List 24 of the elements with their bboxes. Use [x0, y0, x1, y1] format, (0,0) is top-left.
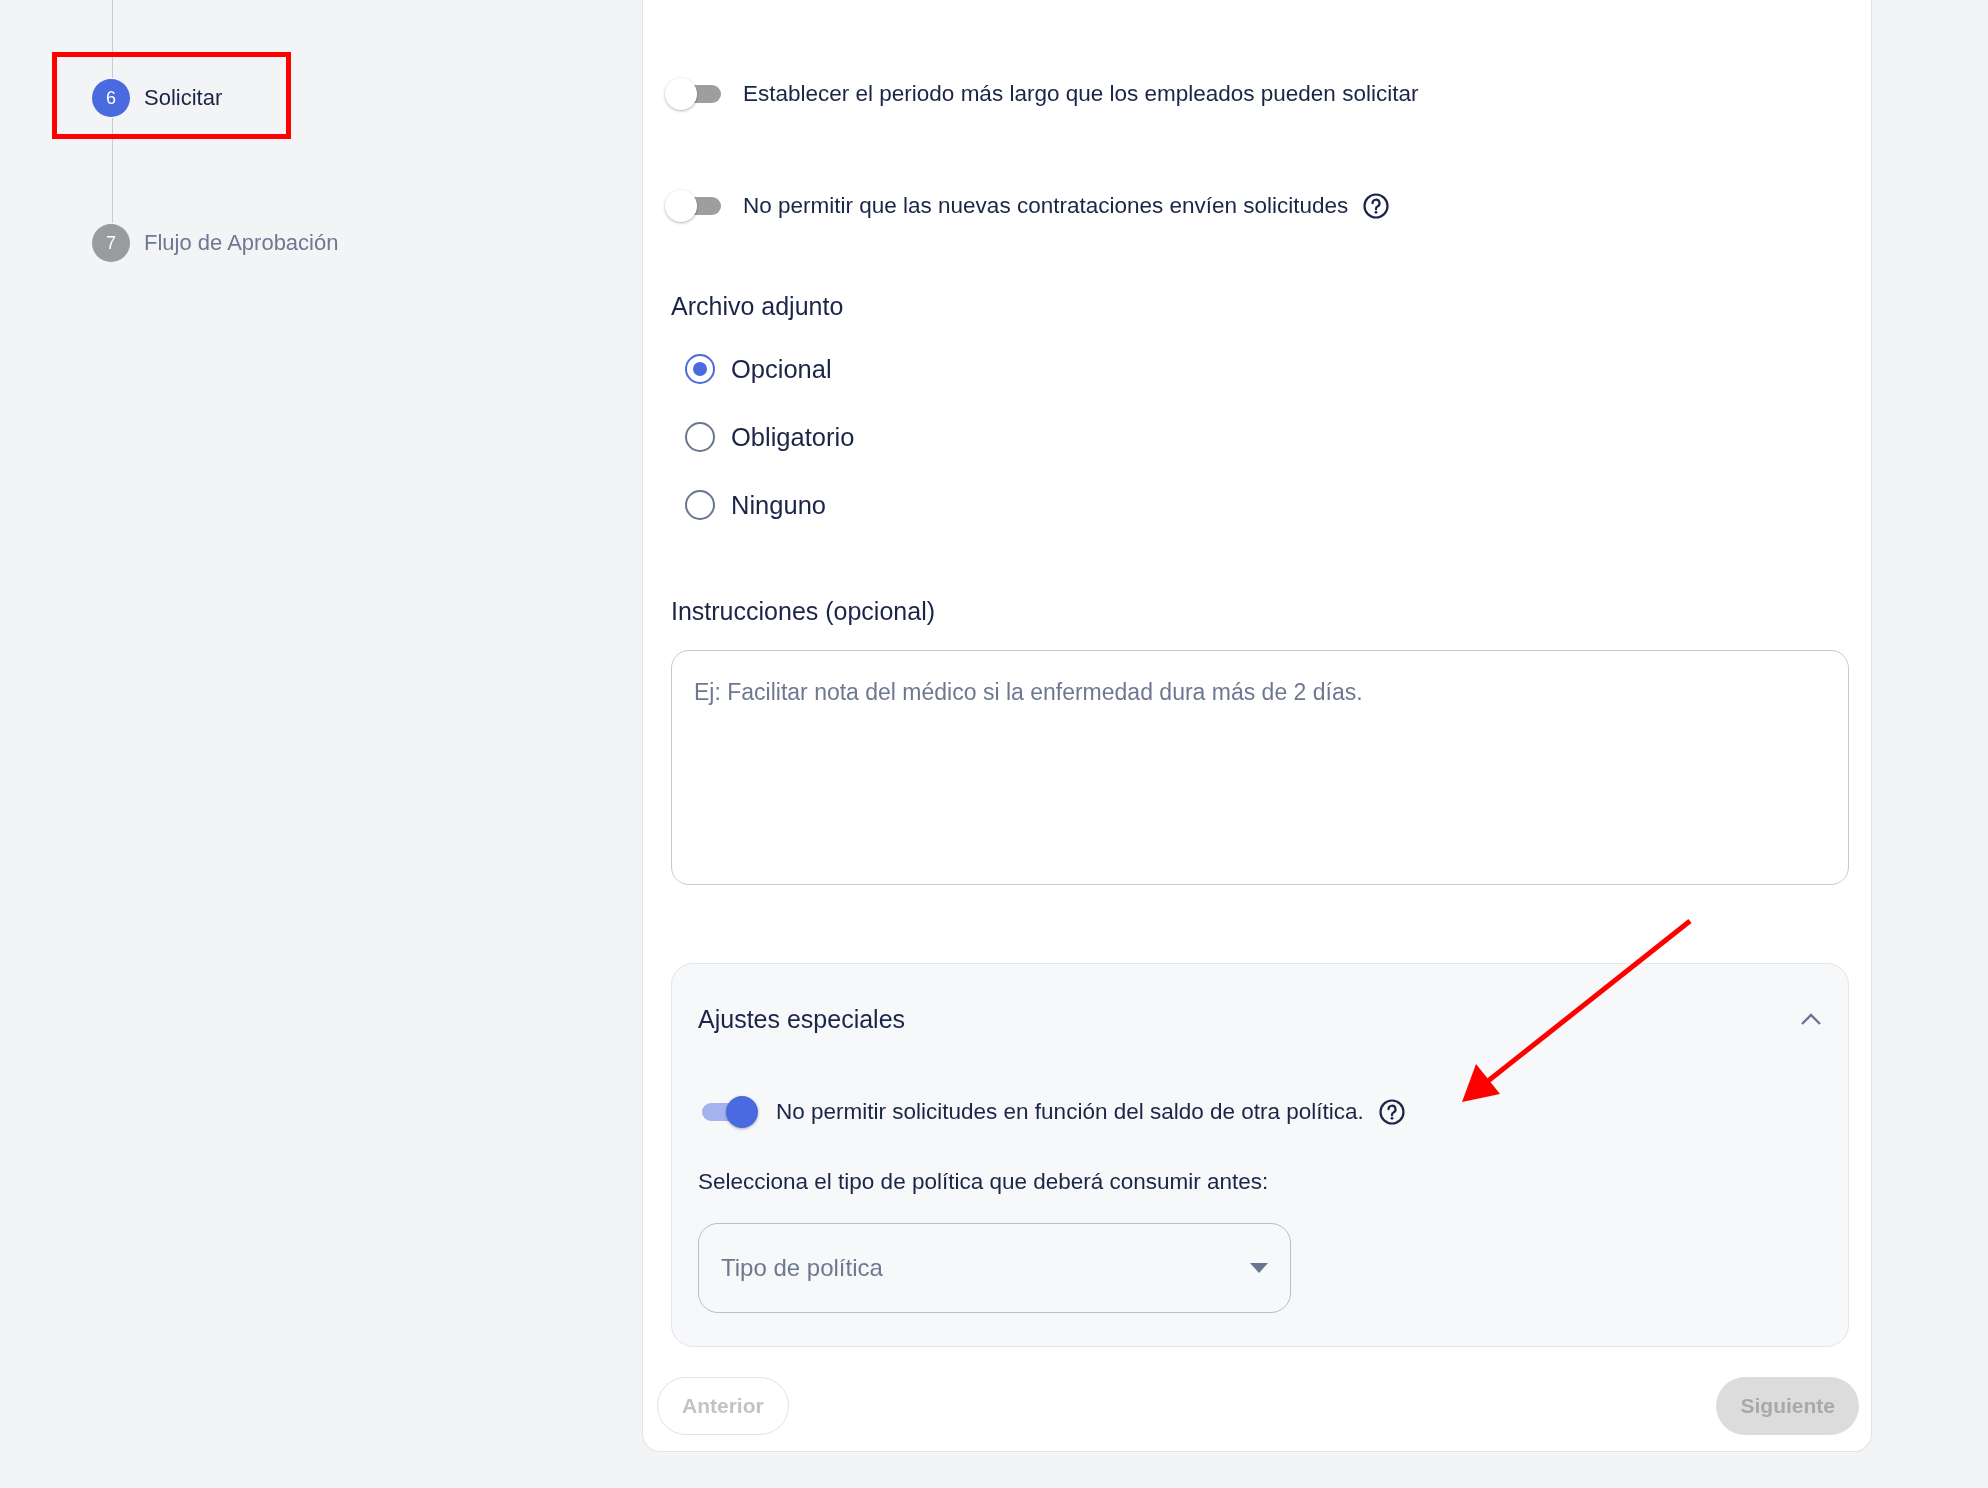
policy-select[interactable]: Tipo de política [698, 1223, 1291, 1313]
select-label: Selecciona el tipo de política que deberá consumir antes: [698, 1169, 1270, 1195]
chevron-icon[interactable] [1800, 1012, 1822, 1026]
section-label: Instrucciones (opcional) [671, 597, 936, 626]
radio-label: Opcional [731, 354, 832, 384]
step-label[interactable]: Flujo de Aprobación [144, 230, 339, 256]
help-icon[interactable] [1362, 192, 1391, 220]
instructions-field[interactable]: Ej: Facilitar nota del médico si la enfermedad dura más de 2 días. [671, 650, 1849, 885]
step-label[interactable]: Solicitar [144, 85, 223, 111]
toggle-label: No permitir solicitudes en función del saldo de otra política. [776, 1099, 1364, 1125]
radio-button[interactable] [685, 422, 715, 452]
select-placeholder: Tipo de política [721, 1254, 883, 1282]
radio-label: Obligatorio [731, 422, 855, 452]
step-number[interactable]: 6 [92, 79, 130, 117]
radio-button[interactable] [685, 354, 715, 384]
toggle-label: Establecer el periodo más largo que los empleados pueden solicitar [743, 81, 1419, 107]
section-label: Archivo adjunto [671, 292, 845, 321]
radio-label: Ninguno [731, 490, 826, 520]
panel-title: Ajustes especiales [698, 1004, 906, 1034]
step-number[interactable]: 7 [92, 224, 130, 262]
radio-button[interactable] [685, 490, 715, 520]
toggle-label: No permitir que las nuevas contrataciones envíen solicitudes [743, 193, 1349, 219]
help-icon[interactable] [1377, 1098, 1406, 1126]
caret-icon [1250, 1263, 1268, 1273]
